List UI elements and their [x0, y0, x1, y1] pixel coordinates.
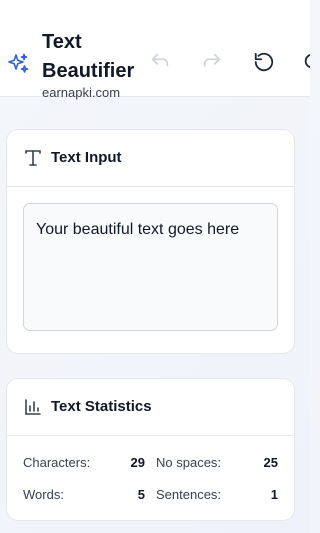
text-statistics-card: Text Statistics Characters: 29 No spaces… [6, 378, 295, 521]
bar-chart-icon [24, 398, 42, 416]
reset-button[interactable] [252, 52, 276, 76]
text-type-icon [24, 149, 42, 167]
app-title-line-1: Text [42, 31, 82, 53]
search-icon [302, 52, 310, 76]
app-subtitle: earnapki.com [42, 85, 121, 100]
undo-button[interactable] [148, 52, 172, 76]
characters-label: Characters: [23, 455, 91, 470]
redo-icon [201, 51, 223, 78]
characters-value: 29 [130, 455, 145, 470]
text-input-area[interactable]: Your beautiful text goes here [23, 203, 278, 331]
text-statistics-title: Text Statistics [51, 398, 152, 415]
text-input-card: Text Input Your beautiful text goes here [6, 129, 295, 354]
search-button[interactable] [302, 52, 310, 76]
reset-icon [253, 51, 275, 78]
sparkles-icon [6, 52, 30, 76]
no-spaces-value: 25 [263, 455, 278, 470]
words-value: 5 [137, 487, 145, 502]
words-label: Words: [23, 487, 64, 502]
sentences-label: Sentences: [156, 487, 222, 502]
sentences-value: 1 [270, 487, 278, 502]
app-title: Text Beautifier [42, 28, 134, 86]
redo-button[interactable] [200, 52, 224, 76]
text-statistics-card-header: Text Statistics [7, 379, 294, 436]
app-title-line-2: Beautifier [42, 60, 135, 82]
undo-icon [149, 51, 171, 78]
no-spaces-label: No spaces: [156, 455, 222, 470]
text-input-card-header: Text Input [7, 130, 294, 187]
text-input-title: Text Input [51, 149, 122, 166]
app-header: Text Beautifier earnapki.com [0, 0, 310, 100]
